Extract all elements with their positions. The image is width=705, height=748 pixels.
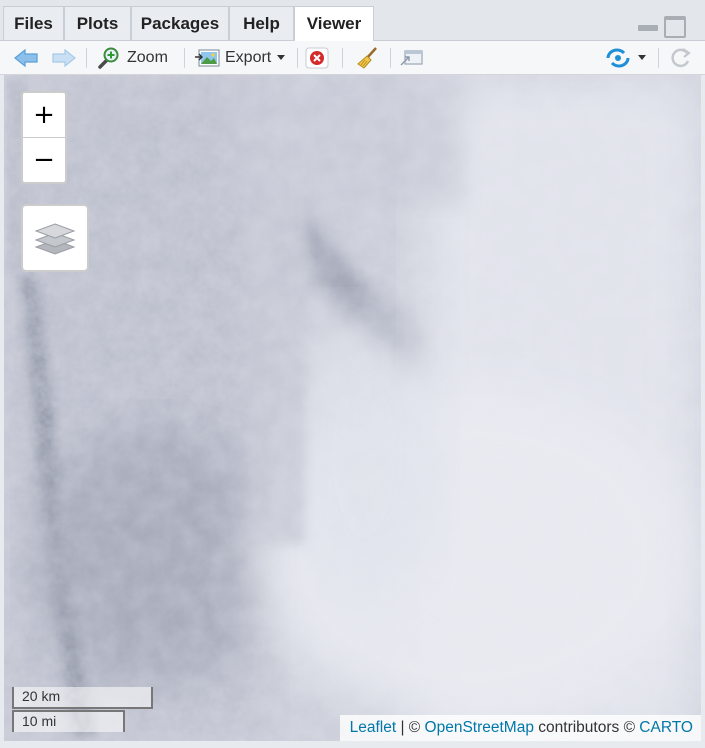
leaflet-link[interactable]: Leaflet — [350, 719, 397, 737]
satellite-imagery-tiles — [4, 75, 701, 741]
tab-packages[interactable]: Packages — [131, 6, 229, 40]
toolbar-separator — [390, 48, 391, 68]
chevron-down-icon — [277, 55, 286, 60]
toolbar-separator — [184, 48, 185, 68]
refresh-viewer-button[interactable] — [669, 41, 693, 74]
tab-files-label: Files — [14, 13, 53, 33]
scale-bar-metric: 20 km — [12, 687, 153, 709]
remove-viewer-button[interactable] — [305, 41, 329, 74]
tab-viewer[interactable]: Viewer — [294, 6, 374, 41]
back-button[interactable] — [13, 41, 39, 74]
refresh-icon — [671, 47, 691, 67]
leaflet-map[interactable]: + − 20 km 10 mi Leaflet | © OpenStreetMa… — [4, 75, 701, 741]
export-label: Export — [225, 48, 272, 66]
zoom-out-button[interactable]: − — [23, 138, 65, 182]
tab-help-label: Help — [243, 13, 280, 33]
close-circle-icon — [305, 47, 329, 68]
zoom-button[interactable]: Zoom — [97, 41, 168, 74]
zoom-in-button[interactable]: + — [23, 93, 65, 137]
toolbar-separator — [297, 48, 298, 68]
back-arrow-icon — [14, 48, 38, 67]
carto-link[interactable]: CARTO — [639, 719, 693, 737]
tab-files[interactable]: Files — [3, 6, 64, 40]
toolbar-separator — [86, 48, 87, 68]
show-in-new-window-button[interactable] — [399, 41, 425, 74]
attribution-separator: | © — [396, 719, 425, 736]
tab-plots-label: Plots — [76, 13, 119, 33]
layers-control-button[interactable] — [21, 204, 89, 272]
forward-arrow-icon — [52, 48, 76, 67]
map-attribution: Leaflet | © OpenStreetMap contributors ©… — [339, 715, 701, 741]
tab-viewer-label: Viewer — [306, 14, 362, 33]
toolbar-separator — [658, 48, 659, 68]
tab-help[interactable]: Help — [229, 6, 294, 40]
pane-tab-bar: Files Plots Packages Help Viewer — [0, 0, 705, 41]
tab-packages-label: Packages — [140, 13, 220, 33]
broom-icon — [357, 46, 377, 69]
publish-menu-button[interactable] — [604, 41, 646, 74]
toolbar-separator — [342, 48, 343, 68]
zoom-label: Zoom — [127, 48, 168, 66]
openstreetmap-link[interactable]: OpenStreetMap — [425, 719, 534, 737]
popout-window-icon — [400, 49, 423, 65]
export-menu-button[interactable]: Export — [195, 41, 286, 74]
maximize-pane-icon[interactable] — [664, 16, 686, 38]
layers-icon — [34, 223, 76, 255]
viewer-toolbar: Zoom Export — [0, 41, 705, 75]
export-image-icon — [195, 49, 220, 66]
attribution-contributors: contributors © — [533, 719, 640, 736]
chevron-down-icon — [638, 55, 646, 60]
clear-all-viewer-button[interactable] — [355, 41, 381, 74]
minimize-pane-icon[interactable] — [638, 25, 658, 31]
zoom-control: + − — [21, 91, 67, 184]
magnifier-zoom-icon — [98, 47, 119, 69]
scale-bar-imperial: 10 mi — [12, 710, 125, 732]
publish-sync-icon — [606, 48, 630, 67]
tab-plots[interactable]: Plots — [64, 6, 131, 40]
forward-button[interactable] — [51, 41, 77, 74]
